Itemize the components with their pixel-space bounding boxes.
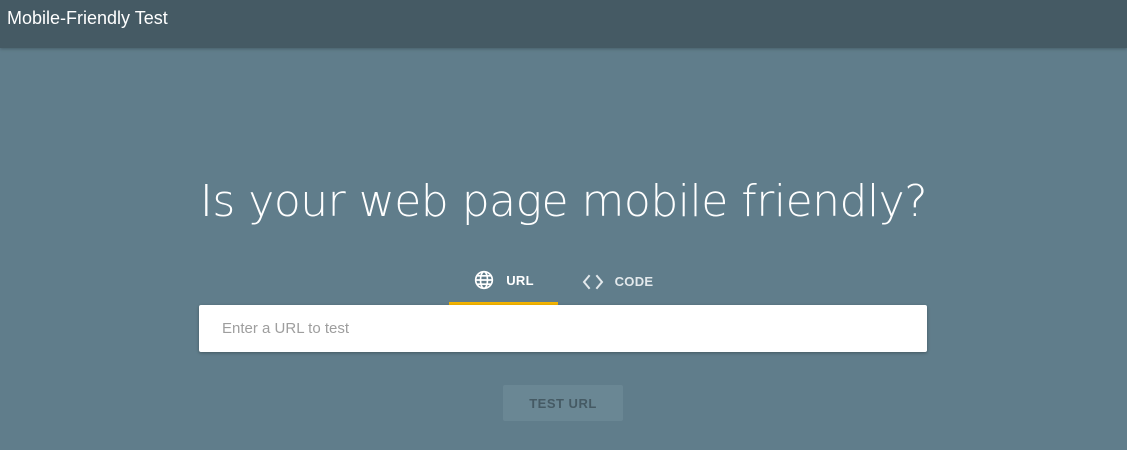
url-input-container — [199, 305, 927, 352]
tab-url[interactable]: URL — [449, 258, 558, 305]
app-title: Mobile-Friendly Test — [7, 8, 168, 28]
code-icon — [582, 271, 604, 293]
tab-code[interactable]: CODE — [566, 258, 669, 305]
test-url-button[interactable]: TEST URL — [503, 385, 623, 421]
page-headline: Is your web page mobile friendly? — [199, 176, 928, 227]
tab-code-label: CODE — [614, 274, 654, 289]
app-bar: Mobile-Friendly Test — [0, 0, 1127, 48]
globe-icon — [473, 269, 495, 291]
tab-url-label: URL — [506, 272, 534, 288]
url-input[interactable] — [199, 305, 927, 352]
input-mode-tabs: URL CODE — [449, 258, 669, 305]
